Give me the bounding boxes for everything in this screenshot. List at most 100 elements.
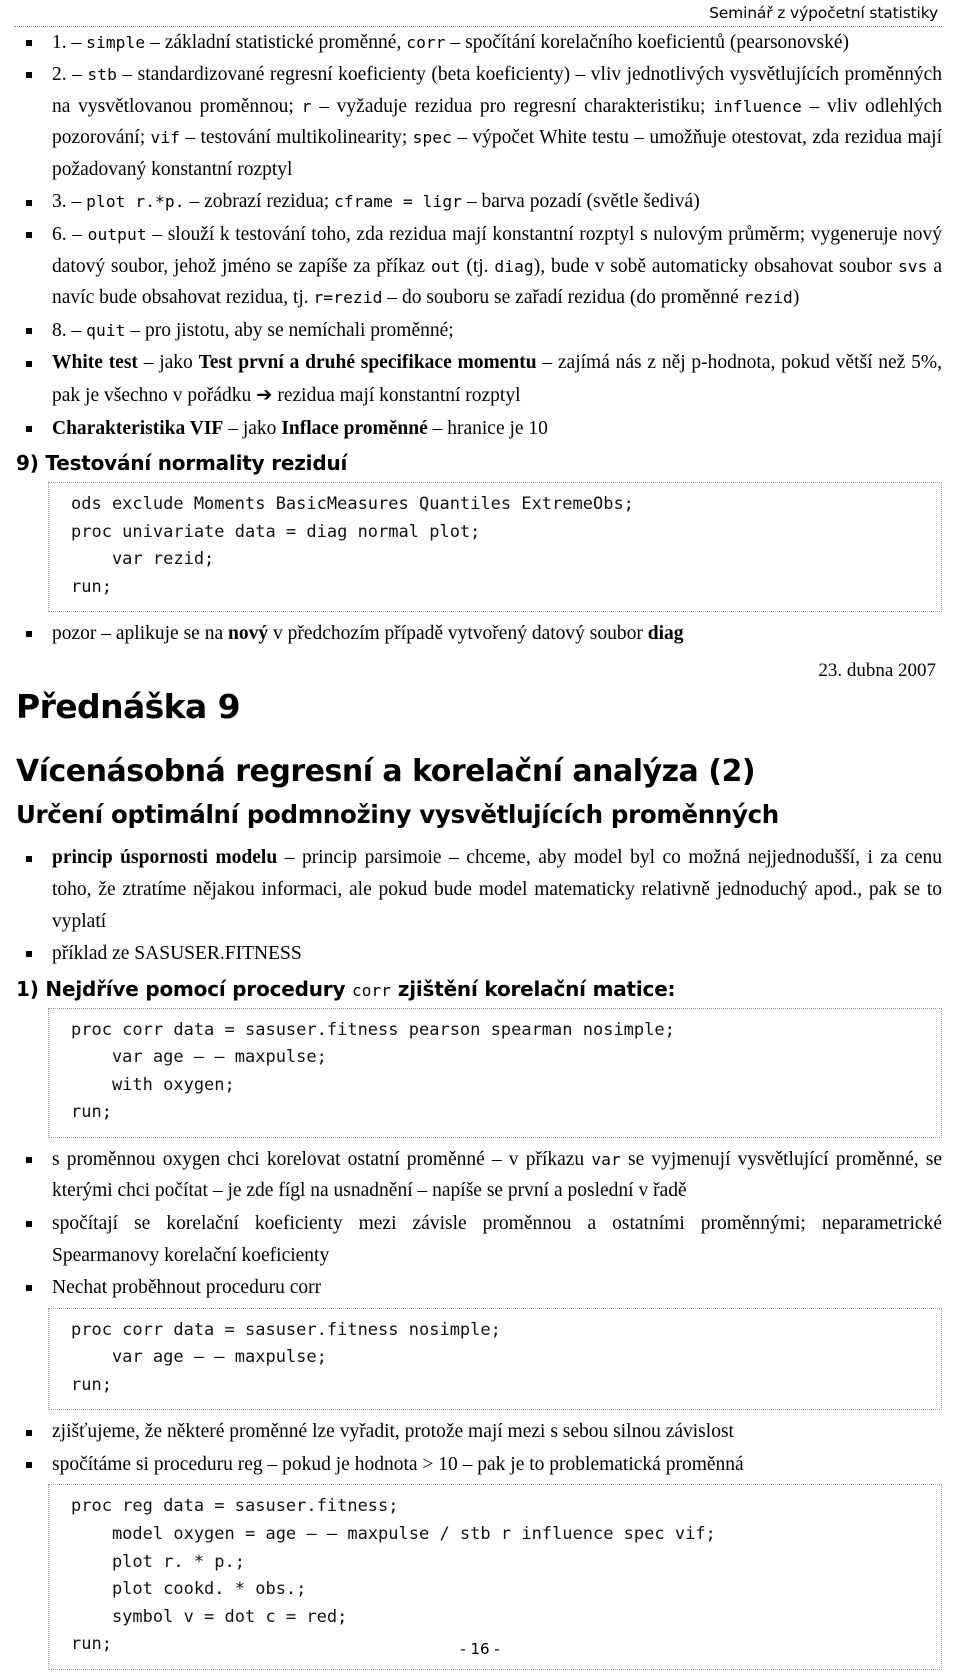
text-run: – do souboru se zařadí rezidua (do promě… xyxy=(382,287,744,309)
item-3-plot: 3. – plot r.*p. – zobrazí rezidua; cfram… xyxy=(14,186,942,218)
code-line: proc univariate data = diag normal plot; xyxy=(71,521,481,542)
inline-code: corr xyxy=(352,980,391,1000)
bullet-square-icon xyxy=(26,232,32,239)
item-oxygen: s proměnnou oxygen chci korelovat ostatn… xyxy=(14,1144,942,1207)
lecture-title: Přednáška 9 xyxy=(16,686,241,726)
page-number: - 16 - xyxy=(460,1639,500,1658)
inline-code: spec xyxy=(412,128,452,148)
emphasis-text: princip úspornosti modelu xyxy=(52,847,278,869)
bullet-square-icon xyxy=(26,1221,32,1228)
code-line: plot r. * p.; xyxy=(71,1551,245,1572)
inline-code: diag xyxy=(494,256,534,276)
text-run: – základní statistické proměnné, xyxy=(145,31,407,53)
document-page: Seminář z výpočetní statistiky 1. – simp… xyxy=(0,0,960,1670)
bullet-square-icon xyxy=(26,39,32,46)
code-line: ods exclude Moments BasicMeasures Quanti… xyxy=(71,494,634,515)
inline-code: quit xyxy=(86,320,126,340)
code-block-univariate: ods exclude Moments BasicMeasures Quanti… xyxy=(48,482,942,613)
text-run: zjišťujeme, že některé proměnné lze vyřa… xyxy=(52,1421,734,1443)
text-run: zjištění korelační matice: xyxy=(390,976,676,1001)
text-run: – spočítání korelačního koeficientů (pea… xyxy=(445,31,850,53)
text-run: příklad ze SASUSER.FITNESS xyxy=(52,943,302,965)
emphasis-text: White test xyxy=(52,352,138,374)
text-run: 1) Nejdříve pomocí procedury xyxy=(16,976,353,1001)
inline-code: simple xyxy=(86,32,146,52)
emphasis-text: Inflace proměnné xyxy=(281,417,428,439)
item-vif: Charakteristika VIF – jako Inflace promě… xyxy=(14,413,942,445)
text-run: – jako xyxy=(137,352,199,374)
item-white-test: White test – jako Test první a druhé spe… xyxy=(14,347,942,411)
section-heading-9: 9) Testování normality reziduí xyxy=(14,450,942,476)
bullet-list-top: 1. – simple – základní statistické promě… xyxy=(14,27,942,445)
text-run: – hranice je 10 xyxy=(427,417,548,439)
text-run: 9) Testování normality reziduí xyxy=(16,451,348,476)
text-run: – zobrazí rezidua; xyxy=(184,191,335,213)
page-subtitle: Určení optimální podmnožiny vysvětlující… xyxy=(16,799,779,829)
code-line: plot cookd. * obs.; xyxy=(71,1579,307,1600)
item-pozor: pozor – aplikuje se na nový v předchozím… xyxy=(14,618,942,650)
code-line: run; xyxy=(71,1374,112,1395)
text-run: rezidua mají konstantní rozptyl xyxy=(272,384,521,406)
item-priklad: příklad ze SASUSER.FITNESS xyxy=(14,938,942,970)
bullet-list-after-corr2: zjišťujeme, že některé proměnné lze vyřa… xyxy=(14,1416,942,1480)
inline-code: cframe = ligr xyxy=(334,192,463,212)
item-spearman: spočítají se korelační koeficienty mezi … xyxy=(14,1208,942,1271)
section-heading-1: 1) Nejdříve pomocí procedury corr zjiště… xyxy=(14,976,942,1002)
inline-code: rezid xyxy=(743,288,793,308)
header-title: Seminář z výpočetní statistiky xyxy=(709,4,938,22)
bullet-square-icon xyxy=(26,425,32,432)
text-run: – testování multikolinearity; xyxy=(180,127,413,149)
bullet-square-icon xyxy=(26,199,32,206)
bullet-square-icon xyxy=(26,1285,32,1292)
code-line: proc reg data = sasuser.fitness; xyxy=(71,1496,399,1517)
bullet-square-icon xyxy=(26,72,32,79)
code-line: var age – – maxpulse; xyxy=(71,1347,327,1368)
bullet-square-icon xyxy=(26,1157,32,1164)
page-title: Vícenásobná regresní a korelační analýza… xyxy=(16,753,756,789)
inline-code: stb xyxy=(87,65,117,85)
text-run: v předchozím případě vytvořený datový so… xyxy=(268,623,648,645)
code-line: var rezid; xyxy=(71,549,215,570)
code-block-corr-nosimple: proc corr data = sasuser.fitness nosimpl… xyxy=(48,1307,942,1411)
emphasis-text: diag xyxy=(647,623,684,645)
item-spocitame: spočítáme si proceduru reg – pokud je ho… xyxy=(14,1449,942,1481)
text-run: – vyžaduje rezidua pro regresní charakte… xyxy=(311,95,714,117)
text-run: – jako xyxy=(223,417,282,439)
item-8-quit: 8. – quit – pro jistotu, aby se nemíchal… xyxy=(14,315,942,347)
code-line: symbol v = dot c = red; xyxy=(71,1606,348,1627)
bullet-square-icon xyxy=(26,951,32,958)
code-line: model oxygen = age – – maxpulse / stb r … xyxy=(71,1523,716,1544)
item-6-output: 6. – output – slouží k testování toho, z… xyxy=(14,219,942,314)
inline-code: var xyxy=(591,1149,621,1169)
code-line: run; xyxy=(71,576,112,597)
emphasis-text: nový xyxy=(228,623,269,645)
code-line: proc corr data = sasuser.fitness pearson… xyxy=(71,1019,675,1040)
item-1-simple: 1. – simple – základní statistické promě… xyxy=(14,27,942,59)
inline-code: plot r.*p. xyxy=(86,192,185,212)
text-run: spočítají se korelační koeficienty mezi … xyxy=(52,1212,942,1266)
text-run: s proměnnou oxygen chci korelovat ostatn… xyxy=(52,1148,592,1170)
page-footer: - 16 - xyxy=(0,1640,960,1658)
code-line: with oxygen; xyxy=(71,1074,235,1095)
bullet-square-icon xyxy=(26,360,32,367)
bullet-square-icon xyxy=(26,631,32,638)
bullet-square-icon xyxy=(26,1429,32,1436)
text-run: – pro jistotu, aby se nemíchali proměnné… xyxy=(125,319,454,341)
text-run: – barva pozadí (světle šedivá) xyxy=(462,191,700,213)
bullet-square-icon xyxy=(26,328,32,335)
inline-code: r=rezid xyxy=(313,288,383,308)
text-run: 1. – xyxy=(52,31,87,53)
text-run: ), bude v sobě automaticky obsahovat sou… xyxy=(533,255,898,277)
text-run: (tj. xyxy=(460,255,495,277)
item-princip: princip úspornosti modelu – princip pars… xyxy=(14,842,942,937)
bullet-list-mid: princip úspornosti modelu – princip pars… xyxy=(14,842,942,969)
text-run: 2. – xyxy=(52,64,88,86)
text-run: 6. – xyxy=(52,224,88,246)
text-run: pozor – aplikuje se na xyxy=(52,623,228,645)
inline-code: output xyxy=(87,225,147,245)
code-line: proc corr data = sasuser.fitness nosimpl… xyxy=(71,1319,501,1340)
date-line: 23. dubna 2007 xyxy=(818,659,936,681)
bullet-square-icon xyxy=(26,1462,32,1469)
inline-code: out xyxy=(430,256,461,276)
text-run: spočítáme si proceduru reg – pokud je ho… xyxy=(52,1453,744,1475)
